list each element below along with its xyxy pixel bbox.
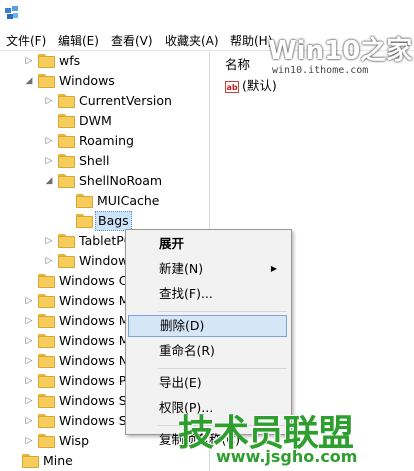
folder-icon (58, 114, 75, 128)
tree-item[interactable]: ◢ Windows (0, 71, 209, 91)
title-bar (0, 0, 414, 28)
collapsed-arrow-icon[interactable]: ▷ (44, 231, 54, 251)
tree-item-label: ShellNoRoam (79, 173, 163, 188)
tree-item[interactable]: ▷ Roaming (0, 131, 209, 151)
value-name: (默认) (242, 78, 277, 93)
submenu-arrow-icon: ▶ (270, 264, 277, 273)
tree-item[interactable]: ▷ wfs (0, 51, 209, 71)
tree-item-label: Wisp (59, 433, 90, 448)
folder-icon (58, 94, 75, 108)
context-menu-item[interactable]: 展开 (128, 233, 287, 255)
collapsed-arrow-icon[interactable]: ▷ (24, 411, 34, 431)
collapsed-arrow-icon[interactable]: ▷ (24, 331, 34, 351)
tree-item-label: Mine (43, 453, 73, 468)
collapsed-arrow-icon[interactable]: ▷ (24, 51, 34, 71)
watermark-logo: Win10之家 (268, 36, 413, 66)
context-menu-item[interactable]: 查找(F)... (128, 283, 287, 305)
tree-item-label: Windows C (59, 273, 128, 288)
column-header-name[interactable]: 名称 (225, 54, 250, 73)
folder-icon (76, 214, 93, 228)
folder-icon (38, 434, 55, 448)
context-menu-item-label: 重命名(R) (159, 343, 215, 358)
context-menu-item[interactable]: 新建(N) ▶ (128, 258, 287, 280)
tree-item[interactable]: DWM (0, 111, 209, 131)
tree-item-label: Windows M (59, 293, 130, 308)
folder-icon (58, 154, 75, 168)
context-menu-item-label: 新建(N) (159, 261, 204, 276)
menu-help[interactable]: 帮助(H) (230, 32, 272, 49)
tree-item-label: Windows M (59, 333, 130, 348)
menu-separator (158, 368, 287, 369)
folder-icon (58, 134, 75, 148)
collapsed-arrow-icon[interactable]: ▷ (44, 131, 54, 151)
tree-item-label: Windows M (59, 313, 130, 328)
folder-icon (38, 334, 55, 348)
tree-item-label: wfs (59, 53, 81, 68)
collapsed-arrow-icon[interactable]: ▷ (44, 151, 54, 171)
tree-item[interactable]: ▷ Shell (0, 151, 209, 171)
menu-edit[interactable]: 编辑(E) (58, 32, 99, 49)
value-row-default[interactable]: ab (默认) (225, 77, 277, 95)
tree-item-label: Bags (95, 211, 132, 231)
tree-item[interactable]: MUICache (0, 191, 209, 211)
string-value-icon: ab (225, 80, 239, 93)
collapsed-arrow-icon[interactable]: ▷ (24, 391, 34, 411)
tree-item-label: Windows S (59, 393, 127, 408)
folder-icon (58, 254, 75, 268)
tree-item-label: Shell (79, 153, 110, 168)
folder-icon (58, 174, 75, 188)
tree-item-label: Windows S (59, 413, 127, 428)
collapsed-arrow-icon[interactable]: ▷ (24, 311, 34, 331)
context-menu-item-label: 查找(F)... (159, 286, 213, 301)
brand-url: www.jsgho.com (216, 447, 358, 466)
collapsed-arrow-icon[interactable]: ▷ (44, 251, 54, 271)
regedit-app-icon[interactable] (4, 5, 20, 21)
context-menu-item[interactable]: 导出(E) (128, 372, 287, 394)
tree-item-label: CurrentVersion (79, 93, 172, 108)
context-menu-item-label: 展开 (159, 236, 185, 251)
folder-icon (38, 354, 55, 368)
folder-icon (38, 394, 55, 408)
folder-icon (38, 274, 55, 288)
collapsed-arrow-icon[interactable]: ▷ (24, 291, 34, 311)
folder-icon (38, 74, 55, 88)
menu-view[interactable]: 查看(V) (111, 32, 153, 49)
tree-item-label: Roaming (79, 133, 134, 148)
tree-item-label: Windows (59, 73, 115, 88)
folder-icon (22, 454, 39, 468)
collapsed-arrow-icon[interactable]: ▷ (24, 431, 34, 451)
watermark: Win10之家 win10.ithome.com (268, 30, 414, 76)
context-menu-item[interactable]: 删除(D) (128, 315, 287, 337)
folder-icon (38, 294, 55, 308)
tree-item-label: DWM (79, 113, 112, 128)
menu-file[interactable]: 文件(F) (6, 32, 46, 49)
expanded-arrow-icon[interactable]: ◢ (44, 171, 54, 191)
tree-item[interactable]: Bags (0, 211, 209, 231)
context-menu-item-label: 导出(E) (159, 375, 202, 390)
folder-icon (38, 314, 55, 328)
tree-item-label: Windows N (59, 353, 129, 368)
folder-icon (76, 194, 93, 208)
tree-item[interactable]: ▷ CurrentVersion (0, 91, 209, 111)
collapsed-arrow-icon[interactable]: ▷ (44, 91, 54, 111)
folder-icon (38, 374, 55, 388)
context-menu-item-label: 删除(D) (160, 318, 205, 333)
expanded-arrow-icon[interactable]: ◢ (24, 71, 34, 91)
folder-icon (38, 414, 55, 428)
folder-icon (58, 234, 75, 248)
tree-item-label: Windows P (59, 373, 127, 388)
collapsed-arrow-icon[interactable]: ▷ (24, 351, 34, 371)
tree-item-label: MUICache (97, 193, 160, 208)
collapsed-arrow-icon[interactable]: ▷ (24, 371, 34, 391)
context-menu-item[interactable]: 重命名(R) (128, 340, 287, 362)
menu-separator (158, 311, 287, 312)
folder-icon (38, 54, 55, 68)
tree-item[interactable]: ◢ ShellNoRoam (0, 171, 209, 191)
menu-favorites[interactable]: 收藏夹(A) (165, 32, 219, 49)
